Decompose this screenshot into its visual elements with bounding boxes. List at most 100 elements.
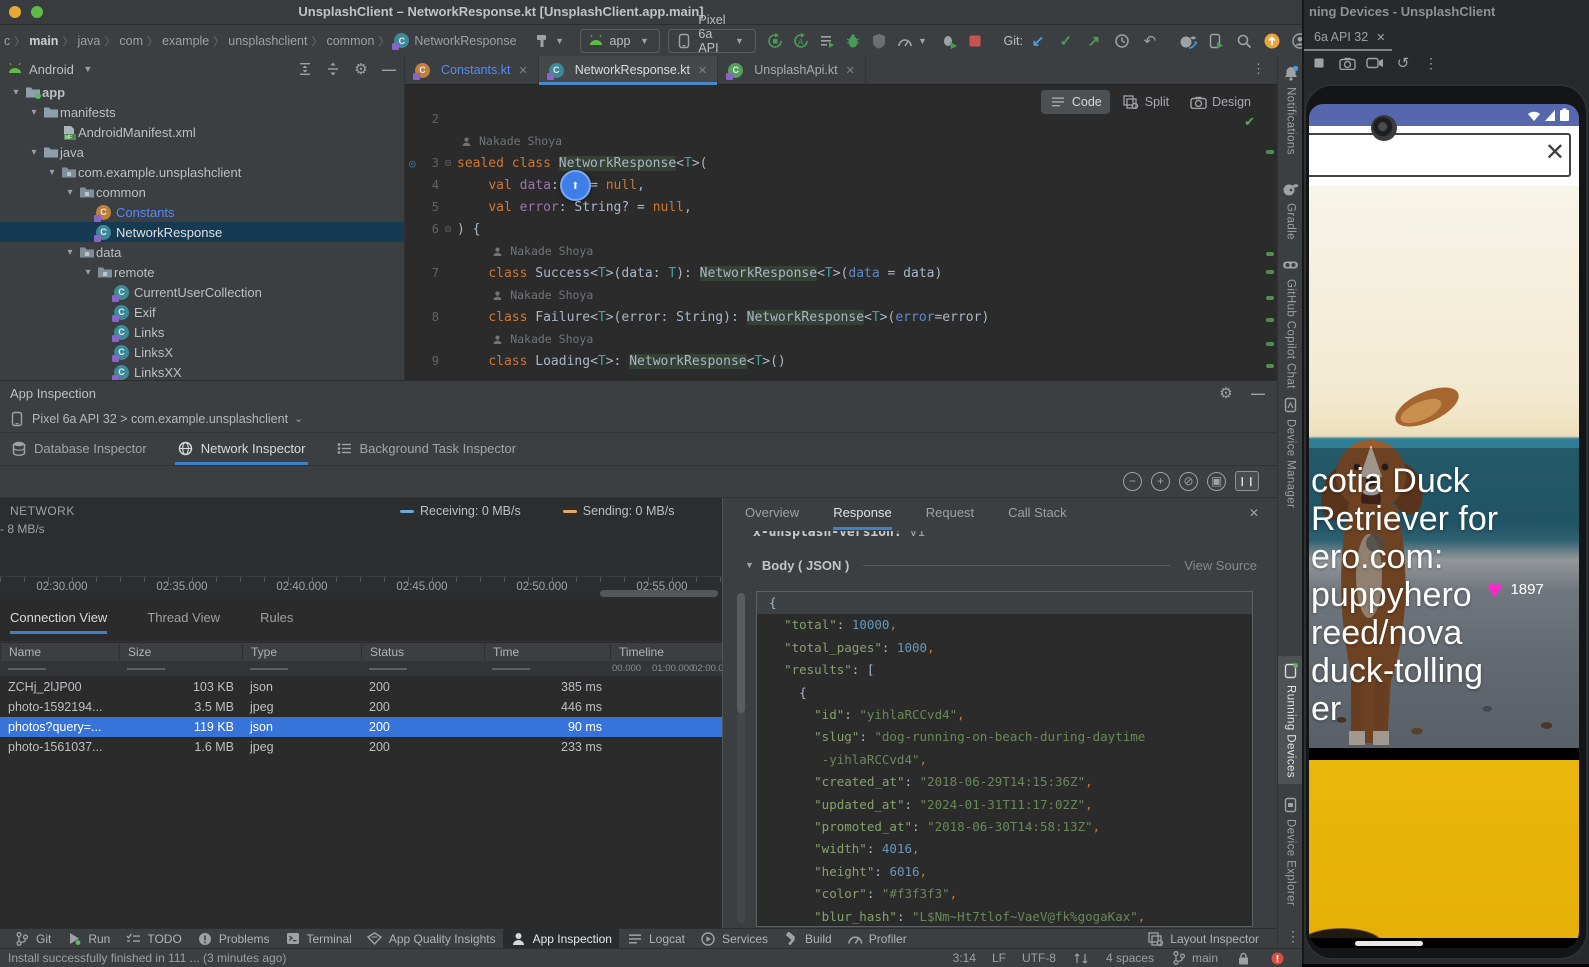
project-view-selector[interactable]: Android <box>29 62 74 77</box>
git-history-button[interactable] <box>1113 32 1131 50</box>
profile-button[interactable] <box>870 32 888 50</box>
code-line[interactable]: 4 val data: T? = null,⬆ <box>405 174 1255 196</box>
tree-item-linksx[interactable]: CLinksX <box>0 342 404 362</box>
pause-live-icon[interactable]: ❙❙ <box>1235 471 1259 491</box>
breadcrumb-item-com[interactable]: com <box>117 34 145 48</box>
chevron-expanded-icon[interactable]: ▾ <box>26 107 42 118</box>
chevron-expanded-icon[interactable]: ▾ <box>44 167 60 178</box>
file-encoding[interactable]: UTF-8 <box>1022 951 1056 965</box>
ide-update-button[interactable] <box>1263 32 1281 50</box>
tree-item-androidmanifest-xml[interactable]: MFAndroidManifest.xml <box>0 122 404 142</box>
collapse-caret-icon[interactable]: ▼ <box>745 560 754 570</box>
phone-screen[interactable]: cotia DuckRetriever forero.com:puppyhero… <box>1309 104 1579 948</box>
json-body[interactable]: { "total": 10000, "total_pages": 1000, "… <box>756 591 1253 927</box>
screen-record-icon[interactable] <box>1366 54 1384 72</box>
toolwin-build[interactable]: Build <box>775 928 839 950</box>
detail-scrollbar-thumb[interactable] <box>737 593 745 713</box>
breadcrumb-item-java[interactable]: java <box>75 34 102 48</box>
tab-connection-view[interactable]: Connection View <box>10 610 107 634</box>
toolwin-logcat[interactable]: Logcat <box>619 928 692 950</box>
close-tab-icon[interactable]: ✕ <box>518 64 527 77</box>
close-tab-icon[interactable]: ✕ <box>698 64 707 77</box>
column-header-timeline[interactable]: Timeline <box>610 643 722 661</box>
tree-item-com-example-unsplashclient[interactable]: ▾com.example.unsplashclient <box>0 162 404 182</box>
toolwin-todo[interactable]: TODO <box>117 928 188 950</box>
column-header-time[interactable]: Time <box>484 643 610 661</box>
git-push-button[interactable]: ↗ <box>1085 32 1103 50</box>
stripe-running-devices[interactable]: Running Devices <box>1278 656 1303 784</box>
tree-item-networkresponse[interactable]: CNetworkResponse <box>0 222 404 242</box>
breadcrumb-item-common[interactable]: common <box>324 34 376 48</box>
git-rollback-button[interactable]: ↶ <box>1141 32 1159 50</box>
code-line[interactable]: 5 val error: String? = null, <box>405 196 1255 218</box>
stripe-kebab-icon[interactable]: ⋮ <box>1286 928 1300 945</box>
tab-thread-view[interactable]: Thread View <box>147 610 220 634</box>
chevron-expanded-icon[interactable]: ▾ <box>62 187 78 198</box>
home-indicator[interactable] <box>1355 941 1423 946</box>
breadcrumb-item-unsplashclient[interactable]: unsplashclient <box>226 34 309 48</box>
code-line[interactable]: 6⊟) { <box>405 218 1255 240</box>
tab-response[interactable]: Response <box>833 505 892 530</box>
device-manager-button[interactable] <box>1207 32 1225 50</box>
zoom-to-fit-icon[interactable]: ▣ <box>1207 472 1226 491</box>
toolwin-terminal[interactable]: Terminal <box>277 928 359 950</box>
tree-item-manifests[interactable]: ▾manifests <box>0 102 404 122</box>
column-header-name[interactable]: Name <box>0 643 119 661</box>
device-tab[interactable]: 6a API 32 ✕ <box>1304 26 1395 48</box>
tree-item-data[interactable]: ▾data <box>0 242 404 262</box>
reset-view-icon[interactable]: ↺ <box>1394 54 1412 72</box>
close-detail-icon[interactable]: ✕ <box>1249 506 1259 520</box>
table-row[interactable]: photo-1561037...1.6 MBjpeg200233 ms <box>0 737 722 757</box>
tree-item-currentusercollection[interactable]: CCurrentUserCollection <box>0 282 404 302</box>
collapse-all-icon[interactable] <box>324 60 342 78</box>
toolwin-problems[interactable]: Problems <box>189 928 277 950</box>
toolwin-profiler[interactable]: Profiler <box>839 928 914 950</box>
zoom-reset-icon[interactable]: ⊘ <box>1179 472 1198 491</box>
graph-scrollbar[interactable] <box>600 590 718 597</box>
tab-database-inspector[interactable]: Database Inspector <box>8 439 149 465</box>
toolwin-app-inspection[interactable]: App Inspection <box>503 928 619 950</box>
breadcrumb-item-example[interactable]: example <box>160 34 211 48</box>
tree-item-exif[interactable]: CExif <box>0 302 404 322</box>
tree-item-remote[interactable]: ▾remote <box>0 262 404 282</box>
git-branch-widget[interactable]: main <box>1170 949 1218 967</box>
hide-panel-icon[interactable]: — <box>380 60 398 78</box>
run-tasks-button[interactable] <box>818 32 836 50</box>
build-hammer-button[interactable]: ▼ <box>533 32 569 50</box>
clear-search-icon[interactable]: ✕ <box>1545 138 1565 167</box>
code-line[interactable]: 3⊟◎sealed class NetworkResponse<T>( <box>405 152 1255 174</box>
close-icon[interactable]: ✕ <box>1376 31 1385 44</box>
stripe-device-manager[interactable]: Device Manager <box>1278 396 1303 508</box>
debug-button[interactable] <box>844 32 862 50</box>
column-header-type[interactable]: Type <box>242 643 361 661</box>
editor-tab-networkresponse-kt[interactable]: CNetworkResponse.kt✕ <box>539 56 719 84</box>
column-header-status[interactable]: Status <box>361 643 484 661</box>
tab-bar-kebab-icon[interactable]: ⋮ <box>1240 56 1277 84</box>
table-row[interactable]: photos?query=...119 KBjson20090 ms <box>0 717 722 737</box>
editor-tab-constants-kt[interactable]: CConstants.kt✕ <box>405 56 539 84</box>
search-input[interactable] <box>1309 133 1571 177</box>
chevron-expanded-icon[interactable]: ▾ <box>26 147 42 158</box>
apply-code-changes-button[interactable]: A <box>792 32 810 50</box>
toolwin-git[interactable]: Git <box>6 928 58 950</box>
toolwin-run[interactable]: Run <box>58 928 117 950</box>
column-header-size[interactable]: Size <box>119 643 242 661</box>
expand-all-icon[interactable] <box>296 60 314 78</box>
table-row[interactable]: ZCHj_2lJP00103 KBjson200385 ms <box>0 677 722 697</box>
breadcrumb-item-c[interactable]: c <box>2 34 12 48</box>
photo-yellow[interactable] <box>1309 760 1579 938</box>
tab-network-inspector[interactable]: Network Inspector <box>175 439 308 465</box>
table-row[interactable]: photo-1592194...3.5 MBjpeg200446 ms <box>0 697 722 717</box>
tab-overview[interactable]: Overview <box>745 505 799 530</box>
stripe-notifications[interactable]: Notifications <box>1278 64 1303 155</box>
stop-button[interactable] <box>966 32 984 50</box>
caret-position[interactable]: 3:14 <box>953 951 976 965</box>
code-line[interactable]: 7 class Success<T>(data: T): NetworkResp… <box>405 262 1255 284</box>
zoom-out-icon[interactable]: − <box>1123 472 1142 491</box>
line-ending[interactable]: LF <box>992 951 1006 965</box>
settings-icon[interactable]: ⚙ <box>352 60 370 78</box>
gradle-sync-button[interactable] <box>1179 32 1197 50</box>
run-configuration-select[interactable]: app▼ <box>580 29 661 53</box>
stop-device-icon[interactable] <box>1310 54 1328 72</box>
stripe-device-explorer[interactable]: Device Explorer <box>1278 796 1303 906</box>
